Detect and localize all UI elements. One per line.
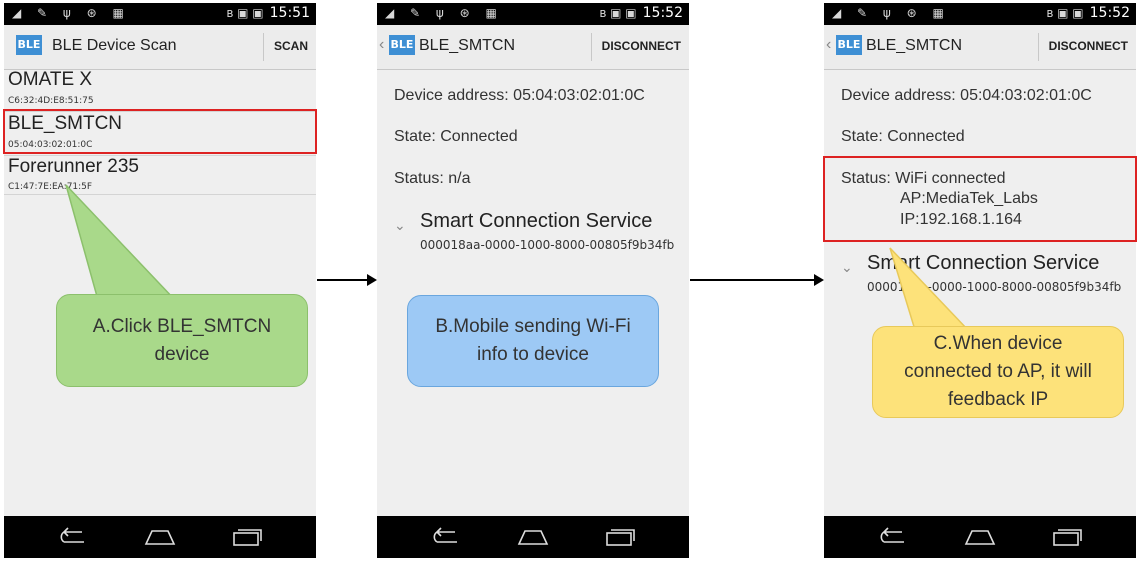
- callout-a-text: A.Click BLE_SMTCN device: [92, 315, 272, 365]
- callout-b: B.Mobile sending Wi-Fi info to device: [407, 295, 659, 387]
- callout-tail-a: [65, 184, 970, 331]
- callout-a: A.Click BLE_SMTCN device: [56, 294, 308, 387]
- callout-c: C.When device connected to AP, it will f…: [872, 326, 1124, 418]
- flow-arrow-1: [317, 274, 377, 286]
- flow-arrow-2: [690, 274, 824, 286]
- callout-c-text: C.When device connected to AP, it will f…: [904, 333, 1092, 410]
- callout-b-text: B.Mobile sending Wi-Fi info to device: [435, 316, 631, 365]
